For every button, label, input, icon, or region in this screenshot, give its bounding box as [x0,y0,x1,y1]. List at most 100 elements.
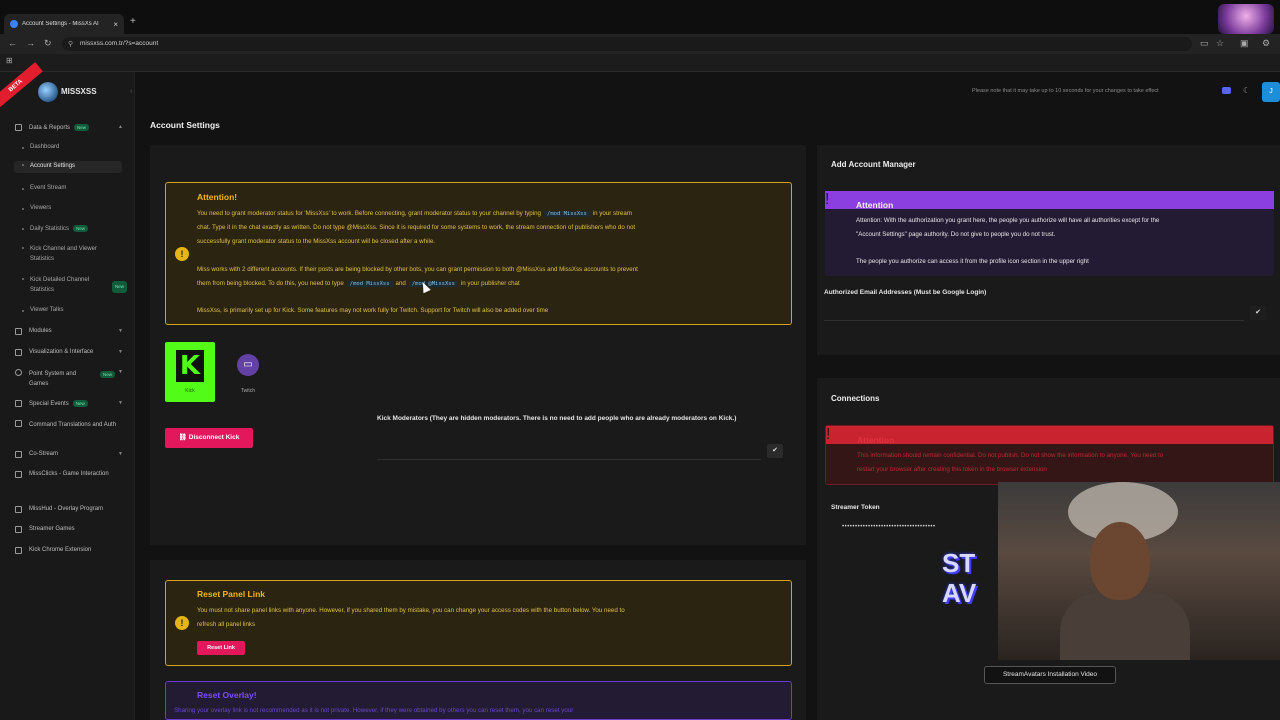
bullet-icon [22,147,24,149]
attention-text: Miss works with 2 different accounts. If… [197,266,638,273]
disconnect-kick-button[interactable]: ⛓ Disconnect Kick [165,428,253,448]
authorized-emails-label: Authorized Email Addresses (Must be Goog… [824,289,987,296]
browser-tabstrip: Account Settings - MissXs AI × + [0,0,1280,34]
authorized-emails-save-button[interactable]: ✔ [1250,306,1266,320]
sidebar-item-label: MissClicks - Game Interaction [29,471,109,477]
reset-panel-text: You must not share panel links with anyo… [197,607,625,614]
sidebar-item-label: Streamer Games [29,526,75,532]
calendar-icon [15,400,22,407]
connections-text: This information should remain confident… [857,452,1164,459]
sidebar-subitem-account-settings[interactable]: Account Settings [14,161,122,173]
streamer-token-value[interactable]: •••••••••••••••••••••••••••••••••••• [842,524,936,530]
sidebar-subitem-label: Kick Detailed Channel Statistics [30,277,90,293]
url-input[interactable]: ⚲ missxss.com.tr/?s=account [62,37,1192,51]
sidebar-item-co-stream[interactable]: Co-Stream ▼ [0,451,135,461]
layers-icon [15,349,22,356]
authorized-emails-input[interactable] [824,320,1244,321]
account-manager-attention: Attention ! Attention: With the authoriz… [825,191,1274,276]
discord-icon[interactable] [1222,87,1231,94]
page-title: Account Settings [150,120,220,130]
sidebar-item-point-system[interactable]: Point System and Games New ▼ [0,369,135,389]
sidebar-item-visualization[interactable]: Visualization & Interface ▼ [0,349,135,359]
sidebar-item-data-reports[interactable]: Data & Reports New ▲ [0,124,135,134]
tab-close-icon[interactable]: × [113,20,118,29]
warning-icon: ! [175,616,189,630]
streamer-body-image [1060,592,1190,660]
attention-text: MissXss, is primarily set up for Kick. S… [197,307,549,314]
account-manager-text: The people you authorize can access it f… [856,258,1089,265]
logo-icon[interactable] [38,82,58,102]
update-notice: Please note that it may take up to 10 se… [972,88,1159,94]
bullet-icon [22,188,24,190]
new-tab-button[interactable]: + [130,16,136,27]
twitch-logo-icon[interactable]: ▭ [237,354,259,376]
logo-text[interactable]: MISSXSS [61,87,97,96]
collapse-sidebar-icon[interactable]: ‹ [130,88,132,95]
chevron-down-icon: ▼ [118,328,123,334]
attention-text: and [395,280,406,287]
sidebar-item-special-events[interactable]: Special Events New ▼ [0,400,135,410]
back-icon[interactable]: ← [8,38,17,48]
forward-icon[interactable]: → [26,38,35,48]
user-menu-button[interactable]: J [1262,82,1280,102]
attention-text: in your publisher chat [460,280,520,287]
unlink-icon: ⛓ [178,434,187,441]
sidepanel-icon[interactable]: ▣ [1240,38,1249,49]
account-manager-text: "Account Settings" page authority. Do no… [856,231,1056,238]
sidebar-item-misshud[interactable]: MissHud - Overlay Program [0,506,135,516]
theme-toggle-icon[interactable]: ☾ [1243,86,1250,95]
attention-text: chat. Type it in the chat exactly as wri… [197,224,636,231]
reload-icon[interactable]: ↻ [44,38,52,49]
attention-title: Attention! [197,192,238,202]
sidebar-item-missclicks[interactable]: MissClicks - Game Interaction [0,471,135,481]
sidebar-item-label: Special Events [29,401,69,408]
webcam-caption: StreamAvatars Installation Video [984,666,1116,684]
puzzle-icon [15,547,22,554]
sidebar-item-label: Data & Reports [29,125,71,132]
coin-icon [15,369,22,376]
attention-title: Attention [857,435,895,445]
kick-moderators-input[interactable] [377,459,761,460]
warning-icon: ! [175,247,189,261]
new-badge: New [100,371,116,378]
sidebar-item-kick-chrome-extension[interactable]: Kick Chrome Extension [0,547,135,557]
bookmark-star-icon[interactable]: ☆ [1216,38,1224,49]
sidebar-item-label: Visualization & Interface [29,349,94,355]
sidebar-item-label: Modules [29,328,52,334]
bullet-icon [22,278,24,280]
kick-moderators-save-button[interactable]: ✔ [767,444,783,458]
account-manager-text: Attention: With the authorization you gr… [856,217,1160,224]
sidebar-item-command-translations[interactable]: Command Translations and Auth [0,420,135,440]
site-info-icon[interactable]: ⚲ [68,40,73,48]
apps-grid-icon[interactable]: ⊞ [6,56,13,65]
grid-icon [15,328,22,335]
reset-overlay-text: Sharing your overlay link is not recomme… [174,707,574,714]
sidebar-item-modules[interactable]: Modules ▼ [0,328,135,338]
kick-label: Kick [185,388,195,394]
reset-panel-title: Reset Panel Link [197,589,266,599]
chevron-down-icon: ▼ [118,451,123,457]
stream-avatars-logo: ST AV [942,548,977,608]
sidebar-item-label: Point System and Games [29,371,77,387]
webcam-overlay [998,482,1280,660]
sidebar-subitem-label: Event Stream [30,185,67,191]
people-icon [15,451,22,458]
profile-avatar[interactable] [1218,4,1274,34]
reset-overlay-title: Reset Overlay! [197,690,257,700]
browser-tab[interactable]: Account Settings - MissXs AI × [4,14,124,34]
moderator-attention-box: Attention! ! You need to grant moderator… [165,182,792,325]
reset-link-button[interactable]: Reset Link [197,641,245,655]
sidebar-subitem-label: Kick Channel and Viewer Statistics [30,246,97,262]
sidebar-subitem-label: Dashboard [30,144,60,150]
reset-panel-box: Reset Panel Link ! You must not share pa… [165,580,792,666]
kick-moderators-label: Kick Moderators (They are hidden moderat… [377,415,737,422]
chevron-down-icon: ▼ [118,400,123,406]
kick-platform-tile[interactable]: K Kick [165,342,215,402]
twitch-label: Twitch [240,388,256,394]
install-icon[interactable]: ▭ [1200,38,1209,49]
extensions-icon[interactable]: ⚙ [1262,38,1270,49]
sidebar-item-streamer-games[interactable]: Streamer Games [0,526,135,536]
attention-text: in your stream [592,210,632,217]
address-bar: ← → ↻ ⚲ missxss.com.tr/?s=account ▭ ☆ ▣ … [0,34,1280,54]
sidebar-item-label: Command Translations and Auth [29,422,117,428]
